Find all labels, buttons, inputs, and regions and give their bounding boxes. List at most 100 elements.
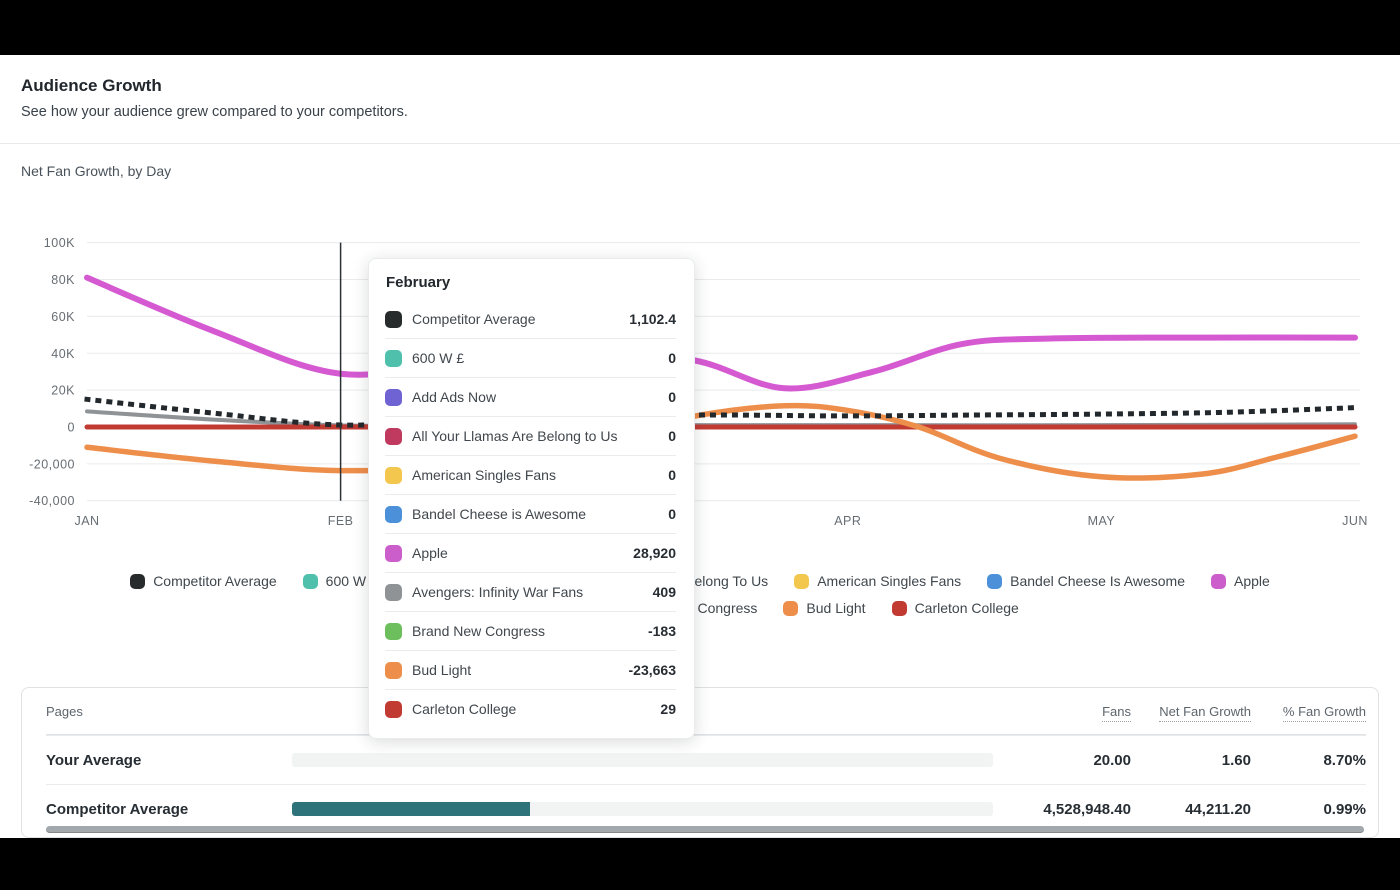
tooltip-series-name: All Your Llamas Are Belong to Us — [412, 428, 658, 444]
tooltip-row: American Singles Fans 0 — [385, 455, 676, 494]
tooltip-row: Carleton College 29 — [385, 689, 676, 728]
y-axis-tick: 20K — [51, 384, 75, 398]
x-axis-tick: APR — [834, 514, 861, 528]
tooltip-series-value: 0 — [668, 506, 676, 522]
legend-swatch — [1211, 574, 1226, 589]
legend-swatch — [783, 601, 798, 616]
y-axis-tick: 100K — [44, 236, 75, 250]
tooltip-series-swatch — [385, 467, 402, 484]
cell-net-fan-growth: 44,211.20 — [1131, 801, 1251, 818]
legend-item-bud-light[interactable]: Bud Light — [783, 596, 865, 620]
tooltip-series-value: -183 — [648, 623, 676, 639]
tooltip-series-name: Bud Light — [412, 662, 619, 678]
net-fan-growth-chart[interactable]: 100K80K60K40K20K0-20,000-40,000JANFEBMAR… — [0, 0, 1400, 545]
tooltip-series-value: 409 — [653, 584, 676, 600]
tooltip-row: Brand New Congress -183 — [385, 611, 676, 650]
tooltip-series-swatch — [385, 389, 402, 406]
tooltip-series-name: Avengers: Infinity War Fans — [412, 584, 643, 600]
tooltip-series-value: 29 — [660, 701, 676, 717]
legend-swatch — [303, 574, 318, 589]
column-header-fans[interactable]: Fans — [1001, 704, 1131, 719]
legend-item-bandel-cheese-is-awesome[interactable]: Bandel Cheese Is Awesome — [987, 569, 1185, 593]
cell-fans: 20.00 — [1001, 752, 1131, 769]
cell-fans: 4,528,948.40 — [1001, 801, 1131, 818]
legend-swatch — [794, 574, 809, 589]
cell-pct-fan-growth: 0.99% — [1251, 801, 1366, 818]
pages-table-card: Pages Fans Net Fan Growth % Fan Growth Y… — [21, 687, 1379, 838]
tooltip-series-name: Brand New Congress — [412, 623, 638, 639]
series-line-apple — [87, 278, 1355, 389]
y-axis-tick: 40K — [51, 347, 75, 361]
table-header-row: Pages Fans Net Fan Growth % Fan Growth — [46, 688, 1366, 735]
tooltip-series-name: Competitor Average — [412, 311, 619, 327]
tooltip-series-swatch — [385, 623, 402, 640]
tooltip-row: Bud Light -23,663 — [385, 650, 676, 689]
tooltip-series-name: American Singles Fans — [412, 467, 658, 483]
tooltip-series-value: 0 — [668, 467, 676, 483]
fans-progress-bar — [292, 802, 993, 816]
tooltip-row: Apple 28,920 — [385, 533, 676, 572]
legend-label: Carleton College — [915, 600, 1019, 616]
tooltip-series-swatch — [385, 545, 402, 562]
tooltip-row: Competitor Average 1,102.4 — [385, 300, 676, 338]
x-axis-tick: JUN — [1342, 514, 1368, 528]
horizontal-scrollbar[interactable] — [46, 826, 1364, 833]
chart-legend: Competitor Average600 W £Add Ads NowAll … — [65, 569, 1335, 620]
legend-label: Bud Light — [806, 600, 865, 616]
tooltip-series-value: 0 — [668, 389, 676, 405]
row-page-name: Your Average — [46, 752, 292, 769]
legend-item-american-singles-fans[interactable]: American Singles Fans — [794, 569, 961, 593]
y-axis-tick: 60K — [51, 310, 75, 324]
legend-item-competitor-average[interactable]: Competitor Average — [130, 569, 276, 593]
tooltip-row: All Your Llamas Are Belong to Us0 — [385, 416, 676, 455]
tooltip-series-value: 28,920 — [633, 545, 676, 561]
legend-item-apple[interactable]: Apple — [1211, 569, 1270, 593]
chart-tooltip: February Competitor Average 1,102.4 600 W … — [368, 258, 695, 739]
legend-label: Competitor Average — [153, 573, 276, 589]
tooltip-series-swatch — [385, 428, 402, 445]
y-axis-tick: 0 — [68, 421, 75, 435]
tooltip-month-title: February — [386, 274, 676, 291]
tooltip-series-swatch — [385, 506, 402, 523]
legend-swatch — [987, 574, 1002, 589]
tooltip-row: Avengers: Infinity War Fans 409 — [385, 572, 676, 611]
tooltip-row: 600 W £ 0 — [385, 338, 676, 377]
audience-growth-page: Audience Growth See how your audience gr… — [0, 0, 1400, 890]
tooltip-series-name: Carleton College — [412, 701, 650, 717]
cell-pct-fan-growth: 8.70% — [1251, 752, 1366, 769]
tooltip-series-name: Add Ads Now — [412, 389, 658, 405]
tooltip-series-name: Bandel Cheese is Awesome — [412, 506, 658, 522]
legend-label: Bandel Cheese Is Awesome — [1010, 573, 1185, 589]
tooltip-series-name: Apple — [412, 545, 623, 561]
tooltip-series-name: 600 W £ — [412, 350, 658, 366]
legend-item-carleton-college[interactable]: Carleton College — [892, 596, 1019, 620]
tooltip-row: Bandel Cheese is Awesome 0 — [385, 494, 676, 533]
legend-item-600-w-[interactable]: 600 W £ — [303, 569, 378, 593]
y-axis-tick: -40,000 — [29, 494, 75, 508]
row-page-name: Competitor Average — [46, 801, 292, 818]
fans-progress-bar — [292, 753, 993, 767]
y-axis-tick: 80K — [51, 273, 75, 287]
tooltip-series-value: 1,102.4 — [629, 311, 676, 327]
cell-net-fan-growth: 1.60 — [1131, 752, 1251, 769]
tooltip-series-value: 0 — [668, 350, 676, 366]
table-row-your-average: Your Average 20.001.608.70% — [46, 735, 1366, 784]
tooltip-series-swatch — [385, 662, 402, 679]
legend-swatch — [130, 574, 145, 589]
fans-progress-fill — [292, 802, 530, 816]
tooltip-series-swatch — [385, 701, 402, 718]
x-axis-tick: FEB — [328, 514, 354, 528]
column-header-net-fan-growth[interactable]: Net Fan Growth — [1131, 704, 1251, 719]
legend-label: Apple — [1234, 573, 1270, 589]
column-header-pct-fan-growth[interactable]: % Fan Growth — [1251, 704, 1366, 719]
tooltip-series-swatch — [385, 584, 402, 601]
x-axis-tick: MAY — [1088, 514, 1116, 528]
legend-label: American Singles Fans — [817, 573, 961, 589]
legend-swatch — [892, 601, 907, 616]
y-axis-tick: -20,000 — [29, 457, 75, 471]
tooltip-series-value: -23,663 — [629, 662, 676, 678]
x-axis-tick: JAN — [74, 514, 99, 528]
tooltip-row: Add Ads Now 0 — [385, 377, 676, 416]
tooltip-series-swatch — [385, 350, 402, 367]
tooltip-series-swatch — [385, 311, 402, 328]
